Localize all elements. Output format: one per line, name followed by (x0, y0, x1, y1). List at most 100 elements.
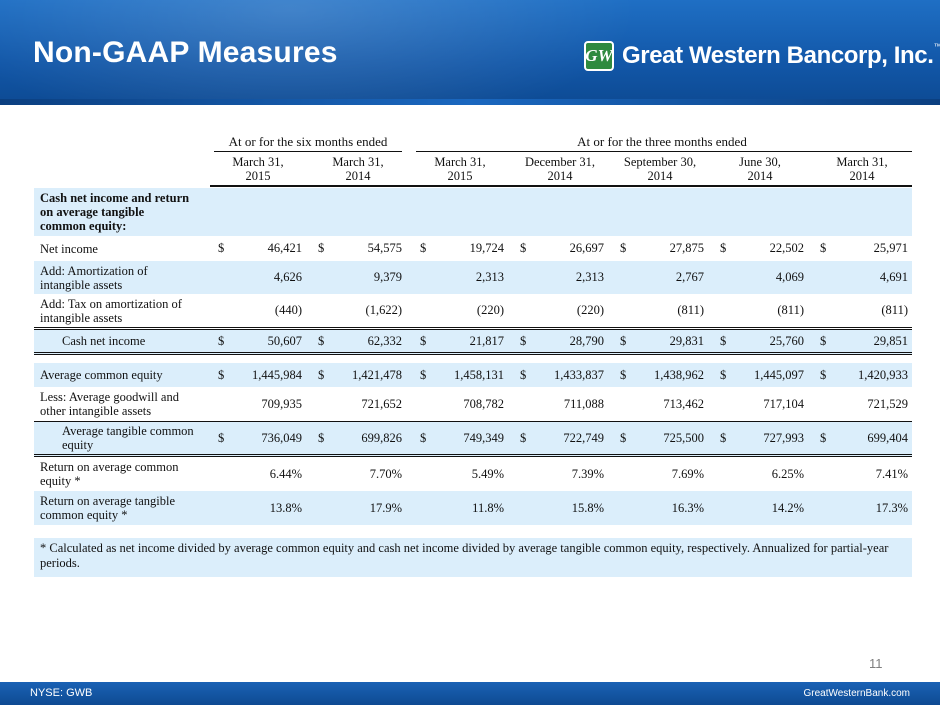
currency-symbol: $ (820, 430, 827, 445)
table-cell: $25,760 (712, 330, 808, 352)
table-cell: 4,691 (812, 261, 912, 294)
cell-value: 6.25% (771, 466, 804, 481)
cell-value: 62,332 (367, 333, 402, 348)
currency-symbol: $ (720, 430, 727, 445)
table-cell: $22,502 (712, 236, 808, 261)
table-cell: 721,652 (310, 387, 406, 421)
currency-symbol: $ (820, 241, 827, 255)
currency-symbol: $ (318, 241, 325, 255)
header-rule (210, 185, 912, 187)
cell-value: (220) (476, 303, 504, 317)
table-row: Return on average tangible common equity… (34, 491, 912, 525)
row-label: Average tangible common equity (62, 424, 194, 452)
table-row: Average tangible common equity $736,049 $… (34, 421, 912, 457)
cell-value: 19,724 (469, 241, 504, 255)
table-cell: $46,421 (210, 236, 306, 261)
table-cell: (440) (210, 294, 306, 327)
table-cell: 713,462 (612, 387, 708, 421)
group-header-six-months: At or for the six months ended (228, 134, 388, 149)
table-cell: $62,332 (310, 330, 406, 352)
cell-value: 1,433,837 (554, 367, 604, 382)
table-row: Return on average common equity * 6.44% 7… (34, 457, 912, 491)
cell-value: 699,404 (867, 430, 908, 445)
table-cell: $722,749 (512, 422, 608, 454)
logo-trademark: ™ (933, 42, 940, 51)
cell-value: 1,438,962 (654, 367, 704, 382)
column-header: September 30, 2014 (623, 155, 697, 183)
group-underline-three (416, 151, 912, 152)
currency-symbol: $ (520, 430, 527, 445)
footnote: * Calculated as net income divided by av… (34, 538, 912, 577)
page-number: 11 (869, 656, 883, 671)
table-cell: 4,626 (210, 261, 306, 294)
cell-value: (1,622) (365, 303, 402, 317)
column-header: December 31, 2014 (524, 155, 596, 183)
cell-value: 17.9% (369, 500, 402, 515)
table-cell: $26,697 (512, 236, 608, 261)
table-cell: 9,379 (310, 261, 406, 294)
currency-symbol: $ (420, 333, 427, 348)
currency-symbol: $ (720, 367, 727, 382)
group-underline-six (214, 151, 402, 152)
table-row: Average common equity $1,445,984 $1,421,4… (34, 363, 912, 387)
table-cell: 2,313 (512, 261, 608, 294)
cell-value: 727,993 (763, 430, 804, 445)
cell-value: 2,313 (575, 270, 604, 284)
section-header-row: Cash net income and return on average ta… (34, 188, 912, 236)
cell-value: 54,575 (367, 241, 402, 255)
cell-value: 46,421 (267, 241, 302, 255)
column-header: March 31, 2014 (332, 155, 384, 183)
currency-symbol: $ (318, 367, 325, 382)
row-label: Net income (40, 241, 98, 256)
logo-text: Great Western Bancorp, Inc. (622, 42, 934, 69)
table-cell: $725,500 (612, 422, 708, 454)
table-cell: $27,875 (612, 236, 708, 261)
cell-value: 26,697 (569, 241, 604, 255)
cell-value: 6.44% (269, 466, 302, 481)
table-cell: (811) (612, 294, 708, 327)
table-cell: $749,349 (412, 422, 508, 454)
row-label: Average common equity (40, 368, 163, 382)
cell-value: 711,088 (563, 396, 604, 411)
cell-value: 29,851 (873, 333, 908, 348)
table-cell: 2,313 (412, 261, 508, 294)
table-cell: $1,420,933 (812, 363, 912, 387)
table-row: Add: Tax on amortization of intangible a… (34, 294, 912, 330)
cell-value: 1,458,131 (454, 367, 504, 382)
table-cell: 16.3% (612, 491, 708, 525)
cell-value: 7.70% (369, 466, 402, 481)
table-cell: 7.39% (512, 457, 608, 491)
table-cell: $19,724 (412, 236, 508, 261)
cell-value: 725,500 (663, 430, 704, 445)
currency-symbol: $ (720, 241, 727, 255)
cell-value: 29,831 (669, 333, 704, 348)
currency-symbol: $ (318, 430, 325, 445)
table-cell: (811) (712, 294, 808, 327)
cell-value: 2,767 (675, 270, 704, 284)
cell-value: 1,445,984 (252, 367, 302, 382)
currency-symbol: $ (218, 367, 225, 382)
cell-value: 7.39% (571, 466, 604, 481)
currency-symbol: $ (318, 333, 325, 348)
table-cell: 6.44% (210, 457, 306, 491)
cell-value: 713,462 (663, 396, 704, 411)
table-cell: (811) (812, 294, 912, 327)
table-cell: $29,831 (612, 330, 708, 352)
row-gap (34, 355, 912, 363)
cell-value: 717,104 (763, 396, 804, 411)
column-header: June 30, 2014 (739, 155, 781, 183)
row-label: Return on average common equity * (40, 460, 179, 488)
table-cell: (1,622) (310, 294, 406, 327)
table-cell: 2,767 (612, 261, 708, 294)
table-row: Add: Amortization of intangible assets 4… (34, 261, 912, 294)
non-gaap-table: At or for the six months ended At or for… (34, 128, 912, 525)
cell-value: 749,349 (463, 430, 504, 445)
cell-value: 699,826 (361, 430, 402, 445)
cell-value: 25,760 (769, 333, 804, 348)
row-label: Return on average tangible common equity… (40, 494, 176, 522)
cell-value: 16.3% (671, 500, 704, 515)
table-row: Cash net income $50,607 $62,332 $21,817 $28… (34, 330, 912, 355)
cell-value: 13.8% (269, 500, 302, 515)
cell-value: 15.8% (571, 500, 604, 515)
row-label: Add: Tax on amortization of intangible a… (40, 296, 182, 325)
